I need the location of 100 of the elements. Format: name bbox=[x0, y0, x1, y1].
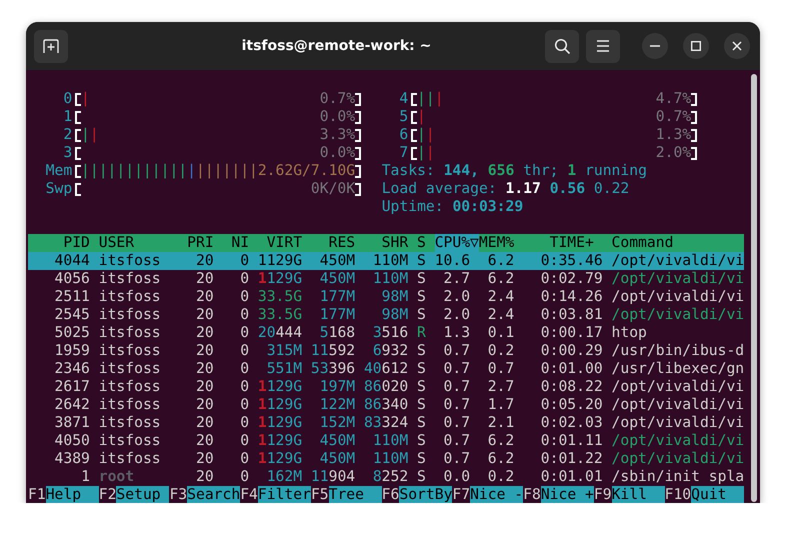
table-cell-text: 0:02.79 bbox=[540, 270, 604, 288]
table-cell-text: S bbox=[417, 360, 427, 378]
column-header[interactable]: PID bbox=[28, 234, 99, 252]
column-header[interactable]: TIME+ bbox=[523, 234, 612, 252]
process-row[interactable]: 3871 itsfoss 20 0 1129G 152M 83324 S 0.7 2.1 0:02.03 /opt/vivaldi/vi bbox=[28, 414, 744, 432]
table-cell: /opt/vivaldi/vi bbox=[612, 450, 744, 468]
function-key-button[interactable]: SortBy bbox=[399, 486, 452, 503]
function-key-button[interactable]: Tree bbox=[328, 486, 382, 503]
process-row[interactable]: 1 root 20 0 162M 11904 8252 S 0.0 0.2 0:01.01 /sbin/init spla bbox=[28, 468, 744, 486]
process-row[interactable]: 1959 itsfoss 20 0 315M 11592 6932 S 0.7 0.2 0:00.29 /usr/bin/ibus-d bbox=[28, 342, 744, 360]
function-key-button[interactable]: Search bbox=[187, 486, 240, 503]
table-cell-text: 20 bbox=[195, 360, 215, 378]
function-key-button[interactable]: Nice + bbox=[540, 486, 594, 503]
process-row[interactable]: 2346 itsfoss 20 0 551M 53396 40612 S 0.7 0.7 0:01.00 /usr/libexec/gn bbox=[28, 360, 744, 378]
function-key-button[interactable]: Help bbox=[46, 486, 99, 503]
table-cell-text: 4050 bbox=[54, 432, 91, 450]
summary-value: 0.56 bbox=[550, 180, 586, 198]
function-key-button[interactable]: Filter bbox=[258, 486, 311, 503]
table-cell-text: 450M bbox=[318, 450, 356, 468]
new-tab-button[interactable] bbox=[34, 30, 68, 62]
process-row[interactable]: 4050 itsfoss 20 0 1129G 450M 110M S 0.7 6.2 0:01.11 /opt/vivaldi/vi bbox=[28, 432, 744, 450]
table-cell-text: 2.4 bbox=[486, 306, 516, 324]
meter-label: 1 bbox=[62, 108, 72, 126]
column-header[interactable]: Command bbox=[612, 234, 744, 252]
process-row[interactable]: 2642 itsfoss 20 0 1129G 122M 86340 S 0.7 1.7 0:05.20 /opt/vivaldi/vi bbox=[28, 396, 744, 414]
meter-bars: ||||||| bbox=[196, 162, 258, 180]
table-cell-text: 0:08.22 bbox=[540, 378, 604, 396]
meter-label: 2 bbox=[62, 126, 72, 144]
meter-value: 1.3% bbox=[656, 126, 692, 144]
table-cell: /sbin/init spla bbox=[612, 468, 744, 486]
column-header[interactable]: VIRT bbox=[258, 234, 311, 252]
process-row[interactable]: 4389 itsfoss 20 0 1129G 450M 110M S 0.7 6.2 0:01.22 /opt/vivaldi/vi bbox=[28, 450, 744, 468]
table-cell-text: 197M bbox=[318, 378, 356, 396]
column-header[interactable]: S bbox=[417, 234, 435, 252]
process-row[interactable]: 2617 itsfoss 20 0 1129G 197M 86020 S 0.7 2.7 0:08.22 /opt/vivaldi/vi bbox=[28, 378, 744, 396]
table-cell: /opt/vivaldi/vi bbox=[612, 252, 744, 270]
meter-bars: | bbox=[417, 108, 426, 126]
summary-label: Tasks: bbox=[382, 162, 435, 180]
table-cell-text: 6.2 bbox=[486, 270, 516, 288]
search-icon bbox=[554, 38, 570, 54]
summary-value: 656 bbox=[488, 162, 514, 180]
scrollbar[interactable] bbox=[751, 74, 757, 502]
table-cell-text: itsfoss bbox=[98, 378, 162, 396]
process-row[interactable]: 2545 itsfoss 20 0 33.5G 177M 98M S 2.0 2.4 0:03.81 /opt/vivaldi/vi bbox=[28, 306, 744, 324]
table-cell-text: itsfoss bbox=[98, 360, 162, 378]
maximize-button[interactable] bbox=[683, 33, 709, 59]
minimize-button[interactable] bbox=[642, 33, 668, 59]
table-cell-text: 33.5G bbox=[258, 306, 304, 324]
table-cell-text: 0:02.03 bbox=[540, 414, 604, 432]
column-header[interactable]: RES bbox=[310, 234, 364, 252]
column-header[interactable]: NI bbox=[222, 234, 258, 252]
column-header[interactable]: USER bbox=[98, 234, 188, 252]
table-cell-text: 177M bbox=[318, 306, 356, 324]
process-row[interactable]: 2511 itsfoss 20 0 33.5G 177M 98M S 2.0 2.4 0:14.26 /opt/vivaldi/vi bbox=[28, 288, 744, 306]
table-cell-text: 1129G bbox=[258, 432, 304, 450]
table-cell: /opt/vivaldi/vi bbox=[612, 414, 744, 432]
table-cell-text: 2.7 bbox=[486, 378, 516, 396]
column-header[interactable]: CPU%▽ bbox=[434, 234, 479, 252]
table-cell-text: S bbox=[417, 342, 427, 360]
window-title: itsfoss@remote-work: ~ bbox=[240, 38, 432, 54]
column-header[interactable]: PRI bbox=[187, 234, 223, 252]
table-cell-text: 2.0 bbox=[442, 306, 472, 324]
table-cell-text: S bbox=[417, 414, 427, 432]
close-button[interactable] bbox=[724, 33, 750, 59]
column-header[interactable]: SHR bbox=[364, 234, 418, 252]
meter-bars: | bbox=[417, 144, 426, 162]
table-cell-text: 20 bbox=[195, 468, 215, 486]
process-row[interactable]: 4044 itsfoss 20 0 1129G 450M 110M S 10.6 6.2 0:35.46 /opt/vivaldi/vi bbox=[28, 252, 744, 270]
table-cell-text: 0:05.20 bbox=[540, 396, 604, 414]
table-cell-text: 0 bbox=[239, 468, 250, 486]
table-cell-text: 0 bbox=[239, 270, 250, 288]
table-cell-text: S bbox=[417, 396, 427, 414]
meter-bars: | bbox=[90, 126, 99, 144]
new-tab-icon bbox=[42, 38, 60, 54]
search-button[interactable] bbox=[545, 30, 579, 62]
table-cell: /opt/vivaldi/vi bbox=[612, 378, 744, 396]
table-cell-text: 0.1 bbox=[486, 324, 516, 342]
table-cell-text: 315M bbox=[266, 342, 304, 360]
table-cell-text: 110M bbox=[372, 432, 410, 450]
function-key-button[interactable]: Quit bbox=[691, 486, 744, 503]
meter-bars: | bbox=[417, 126, 426, 144]
table-cell-text: itsfoss bbox=[98, 396, 162, 414]
table-cell-text: S bbox=[417, 432, 427, 450]
process-row[interactable]: 5025 itsfoss 20 0 20444 5168 3516 R 1.3 0.1 0:00.17 htop bbox=[28, 324, 744, 342]
meter-value: 0.0% bbox=[320, 144, 356, 162]
function-key-button[interactable]: Setup bbox=[116, 486, 170, 503]
table-cell-text: 162M bbox=[266, 468, 304, 486]
meter-label: 6 bbox=[398, 126, 408, 144]
function-key-button[interactable]: Kill bbox=[612, 486, 665, 503]
function-key-button[interactable]: Nice - bbox=[470, 486, 524, 503]
table-cell-text: 6.2 bbox=[486, 432, 516, 450]
table-cell-text: 0.7 bbox=[442, 414, 472, 432]
table-cell-text: 20 bbox=[195, 288, 215, 306]
close-icon bbox=[732, 41, 742, 51]
menu-button[interactable] bbox=[586, 30, 620, 62]
table-cell-text: itsfoss bbox=[98, 306, 162, 324]
column-header[interactable]: MEM% bbox=[478, 234, 524, 252]
table-cell-text: itsfoss bbox=[98, 252, 162, 270]
process-row[interactable]: 4056 itsfoss 20 0 1129G 450M 110M S 2.7 6.2 0:02.79 /opt/vivaldi/vi bbox=[28, 270, 744, 288]
meter-label: 0 bbox=[62, 90, 72, 108]
